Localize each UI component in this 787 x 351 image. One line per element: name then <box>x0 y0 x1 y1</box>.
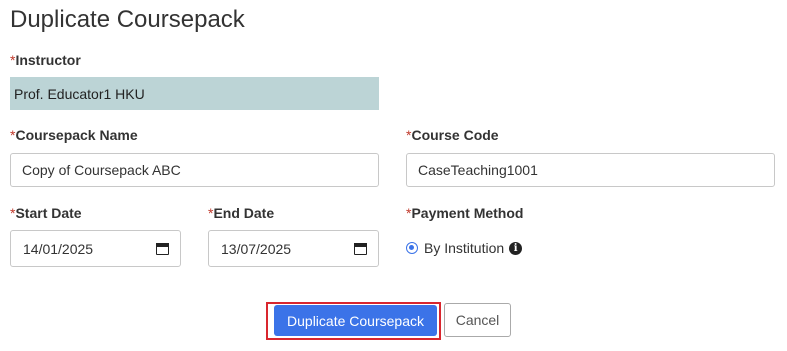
coursepack-name-label: *Coursepack Name <box>10 127 138 143</box>
instructor-value: Prof. Educator1 HKU <box>10 77 379 110</box>
course-code-label: *Course Code <box>406 127 499 143</box>
calendar-icon[interactable] <box>354 242 367 255</box>
coursepack-name-input[interactable]: Copy of Coursepack ABC <box>10 153 379 187</box>
cancel-button[interactable]: Cancel <box>444 303 511 337</box>
instructor-label: *Instructor <box>10 52 81 68</box>
end-date-input[interactable]: 13/07/2025 <box>208 230 379 267</box>
payment-option-label: By Institution <box>424 240 505 256</box>
end-date-label: *End Date <box>208 205 275 221</box>
start-date-value: 14/01/2025 <box>23 240 94 257</box>
page-title: Duplicate Coursepack <box>10 6 245 33</box>
payment-option-by-institution[interactable]: By Institution i <box>406 240 523 256</box>
payment-method-label: *Payment Method <box>406 205 524 221</box>
start-date-label: *Start Date <box>10 205 82 221</box>
info-icon[interactable]: i <box>509 241 523 255</box>
calendar-icon[interactable] <box>156 242 169 255</box>
duplicate-coursepack-button[interactable]: Duplicate Coursepack <box>274 305 437 336</box>
radio-button[interactable] <box>406 242 418 254</box>
start-date-input[interactable]: 14/01/2025 <box>10 230 181 267</box>
course-code-input[interactable]: CaseTeaching1001 <box>406 153 775 187</box>
end-date-value: 13/07/2025 <box>221 240 292 257</box>
